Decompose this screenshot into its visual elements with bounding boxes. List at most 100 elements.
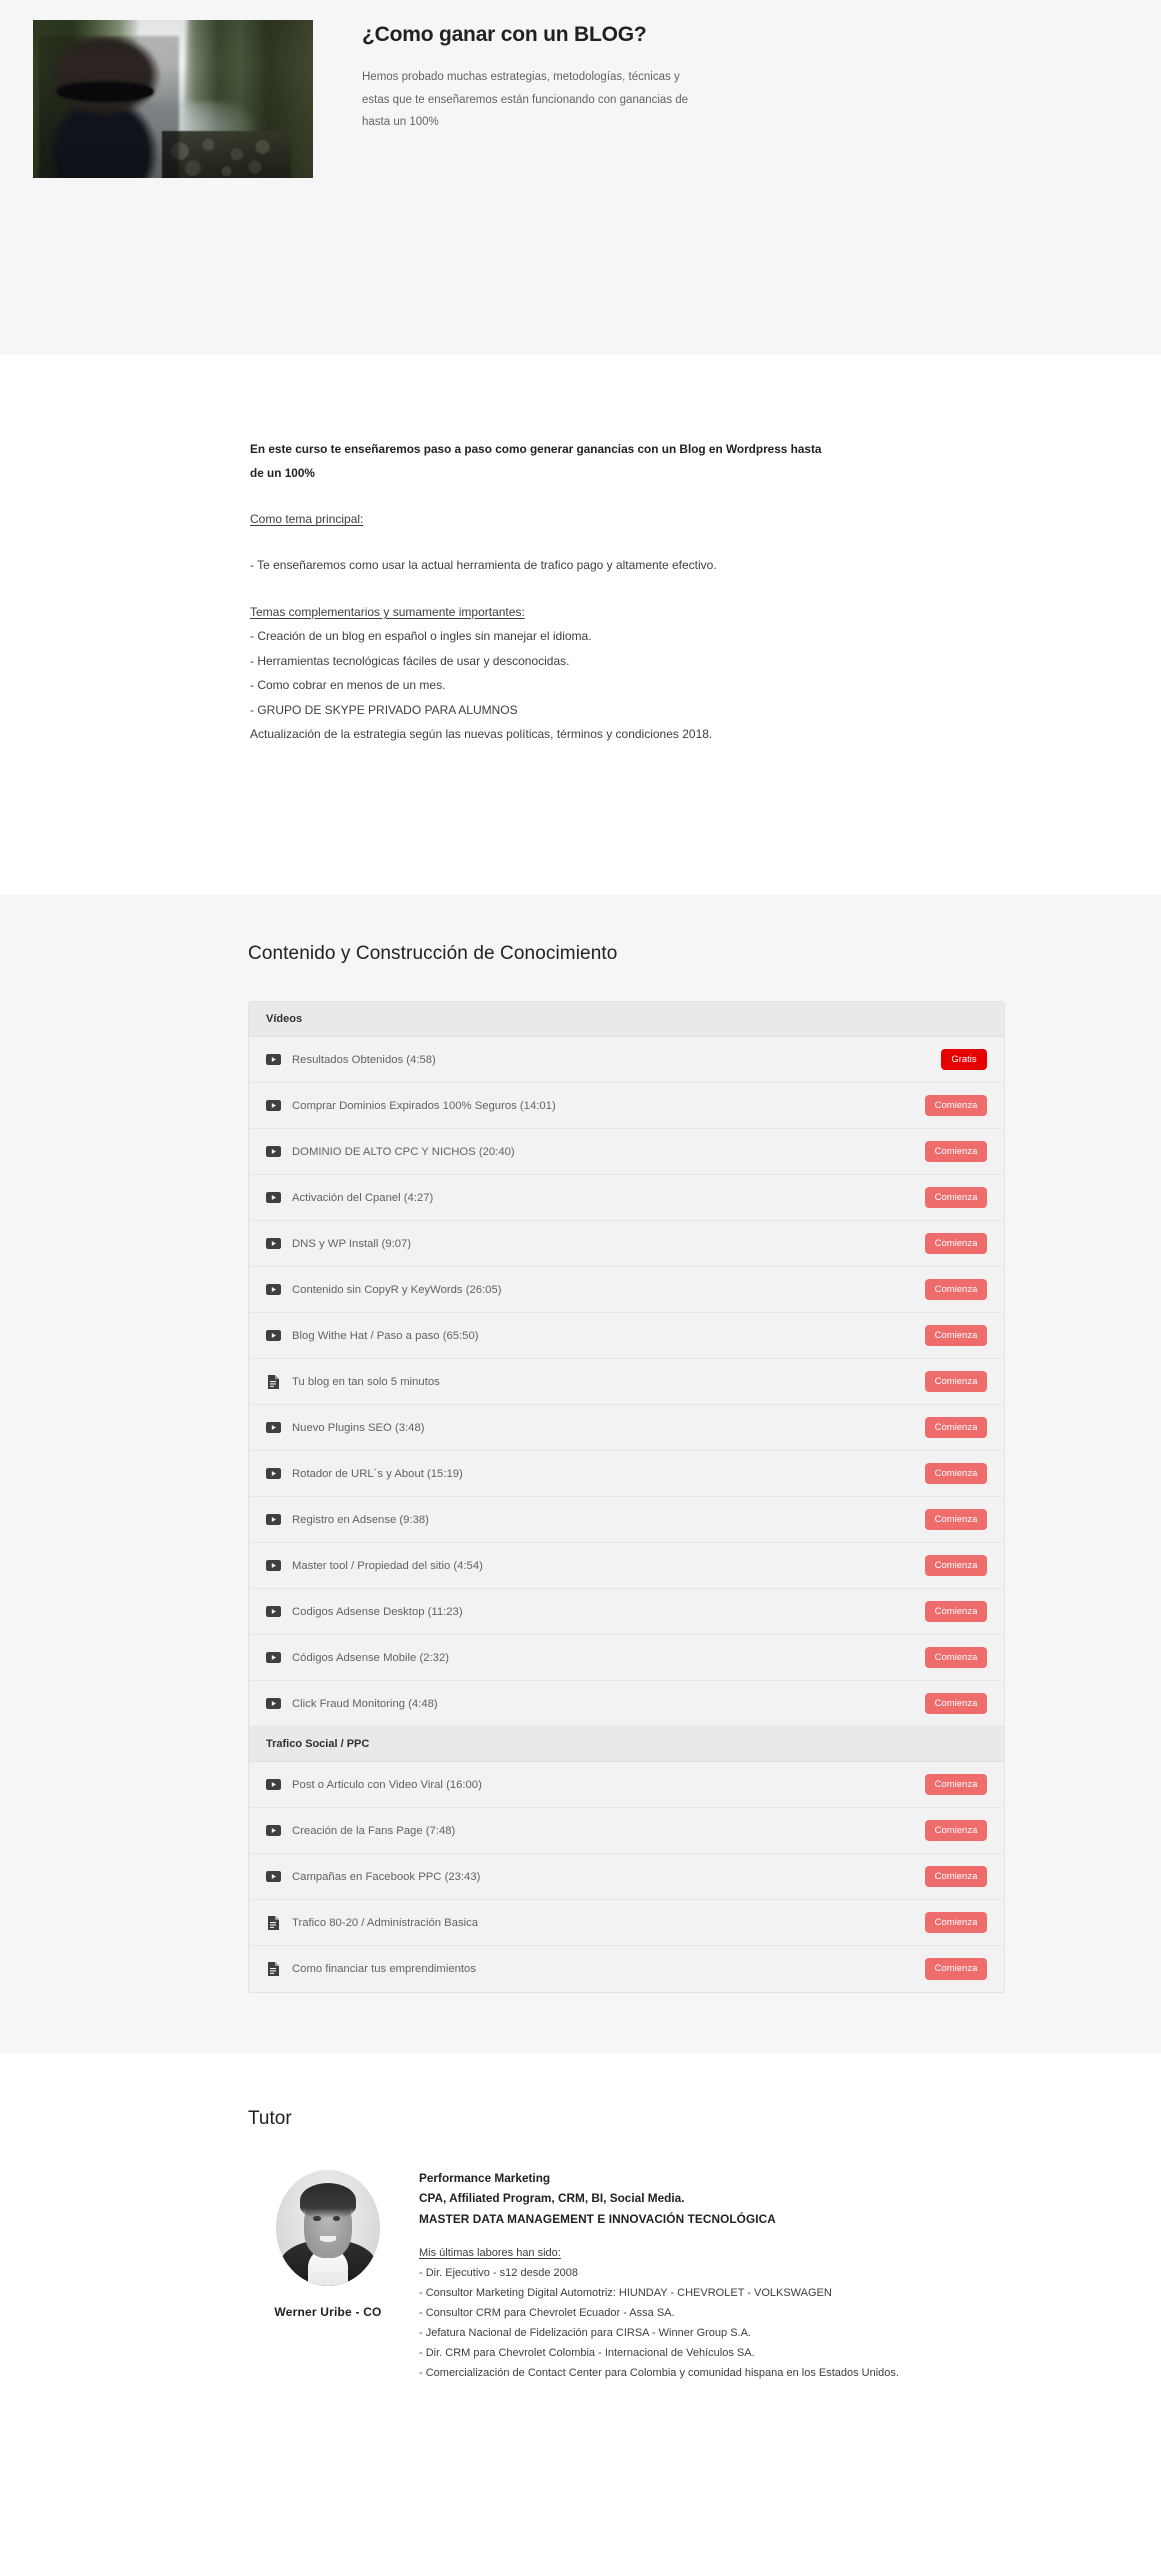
- start-lesson-button[interactable]: Comienza: [925, 1278, 987, 1301]
- document-icon: [266, 1962, 281, 1976]
- curriculum-row-label: Registro en Adsense (9:38): [292, 1513, 429, 1526]
- tutor-experience-item: - Dir. CRM para Chevrolet Colombia - Int…: [419, 2346, 755, 2359]
- play-icon: [266, 1421, 281, 1435]
- start-lesson-button[interactable]: Comienza: [925, 1416, 987, 1439]
- curriculum-row-label: Contenido sin CopyR y KeyWords (26:05): [292, 1283, 502, 1296]
- play-icon: [266, 1605, 281, 1619]
- free-badge-button[interactable]: Gratis: [941, 1048, 987, 1071]
- play-icon: [266, 1467, 281, 1481]
- curriculum-row-label: Resultados Obtenidos (4:58): [292, 1053, 436, 1066]
- curriculum-row[interactable]: Master tool / Propiedad del sitio (4:54)…: [249, 1543, 1004, 1589]
- course-description-section: En este curso te enseñaremos paso a paso…: [0, 355, 1161, 895]
- curriculum-row[interactable]: Rotador de URL´s y About (15:19) Comienza: [249, 1451, 1004, 1497]
- play-icon: [266, 1824, 281, 1838]
- page-title: ¿Como ganar con un BLOG?: [362, 23, 647, 46]
- tutor-profile: Werner Uribe - CO: [248, 2166, 408, 2319]
- curriculum-row[interactable]: Comprar Dominios Expirados 100% Seguros …: [249, 1083, 1004, 1129]
- curriculum-row-label: Master tool / Propiedad del sitio (4:54): [292, 1559, 483, 1572]
- curriculum-section-header: Trafico Social / PPC: [249, 1727, 1004, 1762]
- tutor-heading: CPA, Affiliated Program, CRM, BI, Social…: [419, 2191, 685, 2206]
- main-topic-item: - Te enseñaremos como usar la actual her…: [250, 558, 717, 573]
- start-lesson-button[interactable]: Comienza: [925, 1958, 987, 1980]
- curriculum-row[interactable]: Resultados Obtenidos (4:58) Gratis: [249, 1037, 1004, 1083]
- curriculum-row-label: Creación de la Fans Page (7:48): [292, 1824, 456, 1837]
- curriculum-panel: Vídeos Resultados Obtenidos (4:58) Gratis C…: [248, 1001, 1005, 1993]
- curriculum-row-label: Campañas en Facebook PPC (23:43): [292, 1870, 481, 1883]
- start-lesson-button[interactable]: Comienza: [925, 1554, 987, 1577]
- tutor-headings: Performance Marketing CPA, Affiliated Pro…: [419, 2168, 1011, 2229]
- curriculum-row-label: Post o Articulo con Video Viral (16:00): [292, 1778, 482, 1791]
- start-lesson-button[interactable]: Comienza: [925, 1692, 987, 1715]
- experience-heading: Mis últimas labores han sido:: [419, 2246, 561, 2259]
- tutor-experience-item: - Jefatura Nacional de Fidelización para…: [419, 2326, 751, 2339]
- hero-text-block: ¿Como ganar con un BLOG? Hemos probado m…: [362, 22, 692, 133]
- curriculum-row[interactable]: Tu blog en tan solo 5 minutos Comienza: [249, 1359, 1004, 1405]
- curriculum-row[interactable]: DNS y WP Install (9:07) Comienza: [249, 1221, 1004, 1267]
- start-lesson-button[interactable]: Comienza: [925, 1819, 987, 1842]
- start-lesson-button[interactable]: Comienza: [925, 1140, 987, 1163]
- tutor-experience-item: - Consultor CRM para Chevrolet Ecuador -…: [419, 2306, 675, 2319]
- curriculum-row[interactable]: Blog Withe Hat / Paso a paso (65:50) Comi…: [249, 1313, 1004, 1359]
- complementary-heading: Temas complementarios y sumamente import…: [250, 604, 525, 619]
- start-lesson-button[interactable]: Comienza: [925, 1232, 987, 1255]
- tutor-section: Tutor Werner Uribe - CO Performance Mark…: [0, 2053, 1161, 2423]
- curriculum-row[interactable]: Como financiar tus emprendimientos Comien…: [249, 1946, 1004, 1992]
- hero-description: Hemos probado muchas estrategias, metodo…: [362, 71, 689, 129]
- curriculum-row-label: DOMINIO DE ALTO CPC Y NICHOS (20:40): [292, 1145, 515, 1158]
- play-icon: [266, 1145, 281, 1159]
- play-icon: [266, 1099, 281, 1113]
- curriculum-row[interactable]: Post o Articulo con Video Viral (16:00) C…: [249, 1762, 1004, 1808]
- curriculum-row[interactable]: Codigos Adsense Desktop (11:23) Comienza: [249, 1589, 1004, 1635]
- start-lesson-button[interactable]: Comienza: [925, 1600, 987, 1623]
- curriculum-row[interactable]: Creación de la Fans Page (7:48) Comienza: [249, 1808, 1004, 1854]
- tutor-heading: Performance Marketing: [419, 2171, 551, 2185]
- avatar: [276, 2170, 380, 2286]
- document-icon: [266, 1374, 281, 1389]
- curriculum-row[interactable]: Nuevo Plugins SEO (3:48) Comienza: [249, 1405, 1004, 1451]
- tutor-experience-item: - Dir. Ejecutivo - s12 desde 2008: [419, 2266, 578, 2279]
- description-lead: En este curso te enseñaremos paso a paso…: [250, 442, 822, 481]
- complementary-item: - Creación de un blog en español o ingle…: [250, 628, 592, 643]
- curriculum-row-label: Codigos Adsense Desktop (11:23): [292, 1605, 463, 1618]
- curriculum-row-label: Trafico 80-20 / Administración Basica: [292, 1916, 479, 1929]
- hero-video-thumbnail[interactable]: [33, 20, 313, 178]
- curriculum-row[interactable]: Códigos Adsense Mobile (2:32) Comienza: [249, 1635, 1004, 1681]
- curriculum-row[interactable]: Contenido sin CopyR y KeyWords (26:05) Co…: [249, 1267, 1004, 1313]
- curriculum-row[interactable]: DOMINIO DE ALTO CPC Y NICHOS (20:40) Comi…: [249, 1129, 1004, 1175]
- start-lesson-button[interactable]: Comienza: [925, 1094, 987, 1117]
- tutor-experience-item: - Consultor Marketing Digital Automotriz…: [419, 2286, 832, 2299]
- start-lesson-button[interactable]: Comienza: [925, 1370, 987, 1393]
- curriculum-row[interactable]: Registro en Adsense (9:38) Comienza: [249, 1497, 1004, 1543]
- start-lesson-button[interactable]: Comienza: [925, 1773, 987, 1796]
- start-lesson-button[interactable]: Comienza: [925, 1865, 987, 1888]
- complementary-list: - Creación de un blog en español o ingle…: [250, 624, 1001, 747]
- complementary-item: - Herramientas tecnológicas fáciles de u…: [250, 653, 570, 668]
- curriculum-row[interactable]: Click Fraud Monitoring (4:48) Comienza: [249, 1681, 1004, 1727]
- start-lesson-button[interactable]: Comienza: [925, 1186, 987, 1209]
- play-icon: [266, 1237, 281, 1251]
- main-topic-heading: Como tema principal:: [250, 512, 364, 527]
- vignette-overlay: [33, 20, 313, 178]
- curriculum-row-label: Como financiar tus emprendimientos: [292, 1963, 476, 1975]
- play-icon: [266, 1329, 281, 1343]
- start-lesson-button[interactable]: Comienza: [925, 1508, 987, 1531]
- curriculum-row[interactable]: Trafico 80-20 / Administración Basica Com…: [249, 1900, 1004, 1946]
- curriculum-row-label: Nuevo Plugins SEO (3:48): [292, 1421, 425, 1434]
- start-lesson-button[interactable]: Comienza: [925, 1324, 987, 1347]
- play-icon: [266, 1513, 281, 1527]
- start-lesson-button[interactable]: Comienza: [925, 1646, 987, 1669]
- complementary-item: - Como cobrar en menos de un mes.: [250, 678, 446, 693]
- start-lesson-button[interactable]: Comienza: [925, 1462, 987, 1485]
- start-lesson-button[interactable]: Comienza: [925, 1911, 987, 1934]
- complementary-item: Actualización de la estrategia según las…: [250, 727, 713, 742]
- curriculum-row[interactable]: Campañas en Facebook PPC (23:43) Comienza: [249, 1854, 1004, 1900]
- curriculum-row-label: Click Fraud Monitoring (4:48): [292, 1697, 438, 1710]
- tutor-experience-item: - Comercialización de Contact Center par…: [419, 2366, 899, 2379]
- tutor-name: Werner Uribe - CO: [274, 2305, 382, 2319]
- hero-section: ¿Como ganar con un BLOG? Hemos probado m…: [0, 0, 1161, 355]
- curriculum-row[interactable]: Activación del Cpanel (4:27) Comienza: [249, 1175, 1004, 1221]
- tutor-experience-list: - Dir. Ejecutivo - s12 desde 2008 - Consu…: [419, 2263, 1011, 2383]
- tutor-heading: MASTER DATA MANAGEMENT E INNOVACIÓN TECN…: [419, 2211, 776, 2226]
- complementary-item: - GRUPO DE SKYPE PRIVADO PARA ALUMNOS: [250, 702, 518, 717]
- curriculum-row-label: Blog Withe Hat / Paso a paso (65:50): [292, 1329, 479, 1342]
